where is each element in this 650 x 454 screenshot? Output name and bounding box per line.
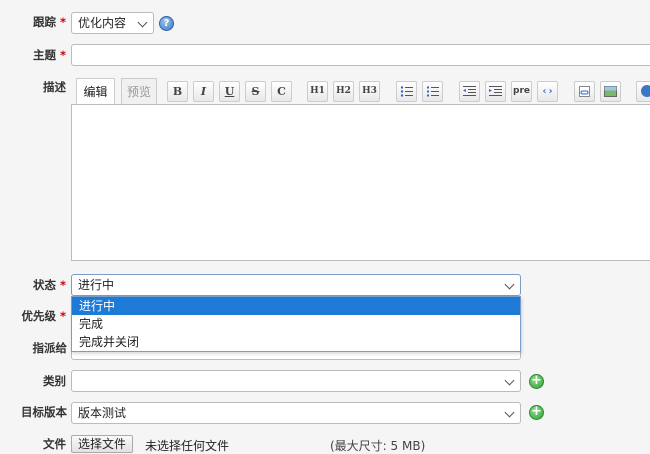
subject-input[interactable] [71,44,650,66]
target-version-label: 目标版本 [0,404,67,420]
outdent-button[interactable] [459,81,480,102]
link-button[interactable] [574,81,595,102]
help-circle-icon [641,85,650,97]
bullet-list-button[interactable] [396,81,417,102]
image-icon [604,85,617,98]
status-label: 状态* [0,277,66,293]
chevron-down-icon [505,408,515,418]
heading2-button[interactable]: H2 [333,81,354,102]
chevron-down-icon [138,18,148,28]
chevron-down-icon [505,376,515,386]
required-mark: * [60,48,66,62]
status-option[interactable]: 完成并关闭 [72,333,520,351]
code-block-button[interactable]: ‹› [537,81,558,102]
add-version-icon[interactable]: + [529,405,544,420]
italic-button[interactable]: I [193,81,214,102]
tracker-select[interactable]: 优化内容 [71,12,154,34]
heading1-button[interactable]: H1 [307,81,328,102]
underline-button[interactable]: U [219,81,240,102]
numbered-list-button[interactable] [422,81,443,102]
code-inline-button[interactable]: C [271,81,292,102]
help-button[interactable] [636,81,650,102]
tab-edit[interactable]: 编辑 [76,78,115,105]
files-label: 文件 [0,436,66,452]
tracker-label: 跟踪* [0,14,66,30]
target-version-select[interactable]: 版本测试 [71,402,521,424]
priority-label: 优先级* [0,308,66,324]
link-icon [578,85,591,98]
target-version-select-value: 版本测试 [78,406,126,420]
status-dropdown-list: 进行中 完成 完成并关闭 [71,296,521,352]
description-label: 描述 [0,79,66,95]
chevron-down-icon [505,280,515,290]
subject-label: 主题* [0,47,66,63]
bold-button[interactable]: B [167,81,188,102]
tab-preview[interactable]: 预览 [121,78,157,105]
numbered-list-icon [426,85,439,98]
max-size-text: (最大尺寸: 5 MB) [330,437,425,454]
indent-icon [489,85,502,98]
image-button[interactable] [600,81,621,102]
choose-file-button[interactable]: 选择文件 [71,435,133,453]
required-mark: * [60,309,66,323]
bullet-list-icon [400,85,413,98]
status-option[interactable]: 完成 [72,315,520,333]
category-label: 类别 [0,373,66,389]
add-category-icon[interactable]: + [529,374,544,389]
heading3-button[interactable]: H3 [359,81,380,102]
pre-button[interactable]: pre [511,81,532,102]
outdent-icon [463,85,476,98]
required-mark: * [60,278,66,292]
assignee-label: 指派给 [0,340,67,356]
tab-preview-label: 预览 [127,85,151,99]
indent-button[interactable] [485,81,506,102]
description-editor[interactable] [71,104,650,261]
status-select-value: 进行中 [78,278,114,292]
tracker-select-value: 优化内容 [78,16,126,30]
code-icon: ‹› [541,86,553,97]
help-icon[interactable]: ? [159,16,174,31]
tab-edit-label: 编辑 [83,85,107,99]
strikethrough-button[interactable]: S [245,81,266,102]
status-option[interactable]: 进行中 [72,297,520,315]
category-select[interactable] [71,370,521,392]
status-select[interactable]: 进行中 [71,274,521,296]
no-file-text: 未选择任何文件 [145,437,229,454]
required-mark: * [60,15,66,29]
